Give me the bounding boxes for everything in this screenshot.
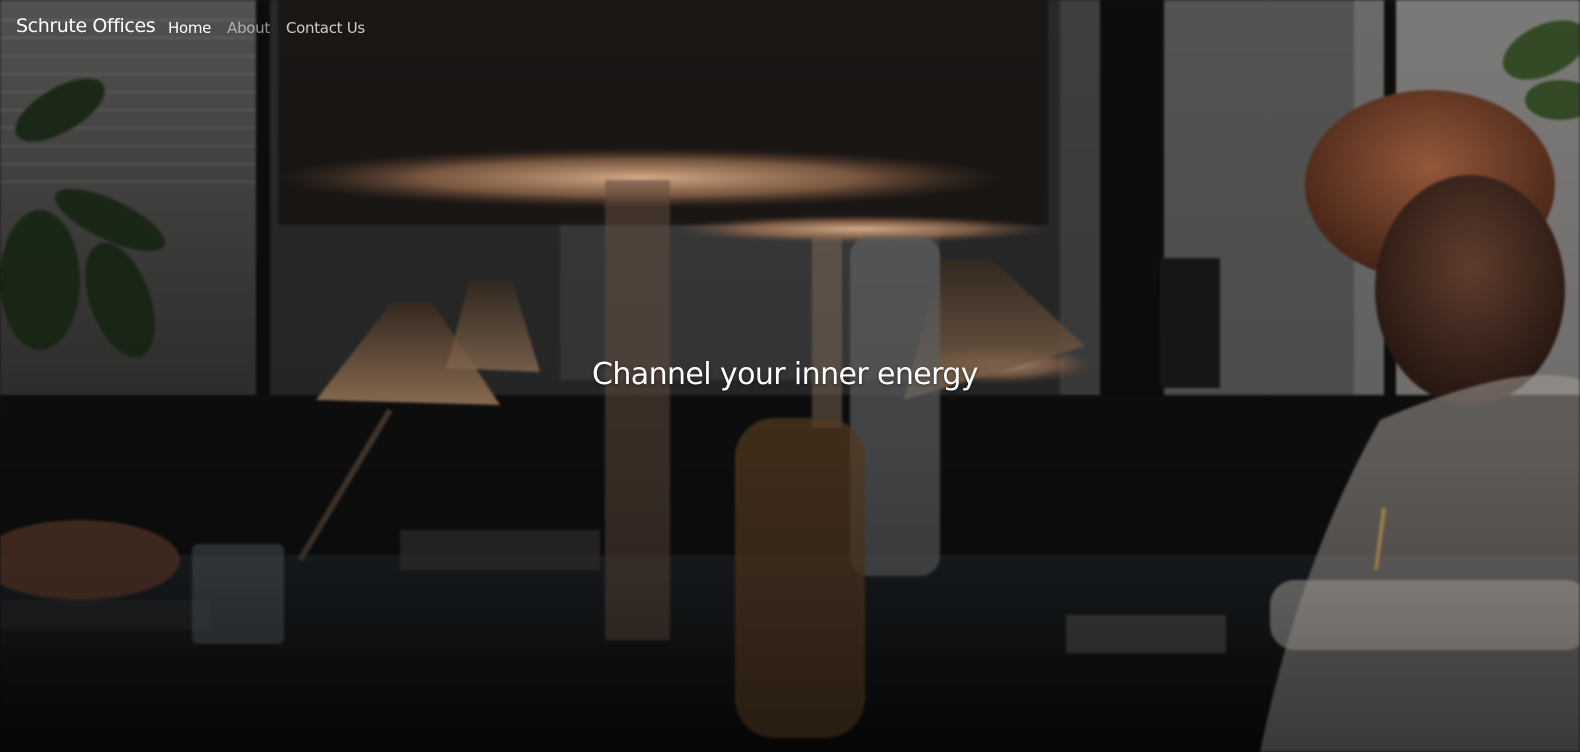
hero-headline: Channel your inner energy — [592, 357, 979, 392]
nav-menu: Home About Contact Us — [168, 18, 365, 37]
nav-link-home[interactable]: Home — [168, 19, 211, 37]
hero-section: Schrute Offices Home About Contact Us Ch… — [0, 0, 1580, 752]
top-navbar: Schrute Offices Home About Contact Us — [0, 0, 1580, 56]
nav-item-home: Home — [168, 18, 211, 37]
nav-link-contact-us[interactable]: Contact Us — [286, 19, 365, 37]
nav-link-about[interactable]: About — [227, 19, 270, 37]
nav-item-about: About — [227, 18, 270, 37]
nav-item-contact: Contact Us — [286, 18, 365, 37]
brand-logo-link[interactable]: Schrute Offices — [16, 15, 156, 37]
